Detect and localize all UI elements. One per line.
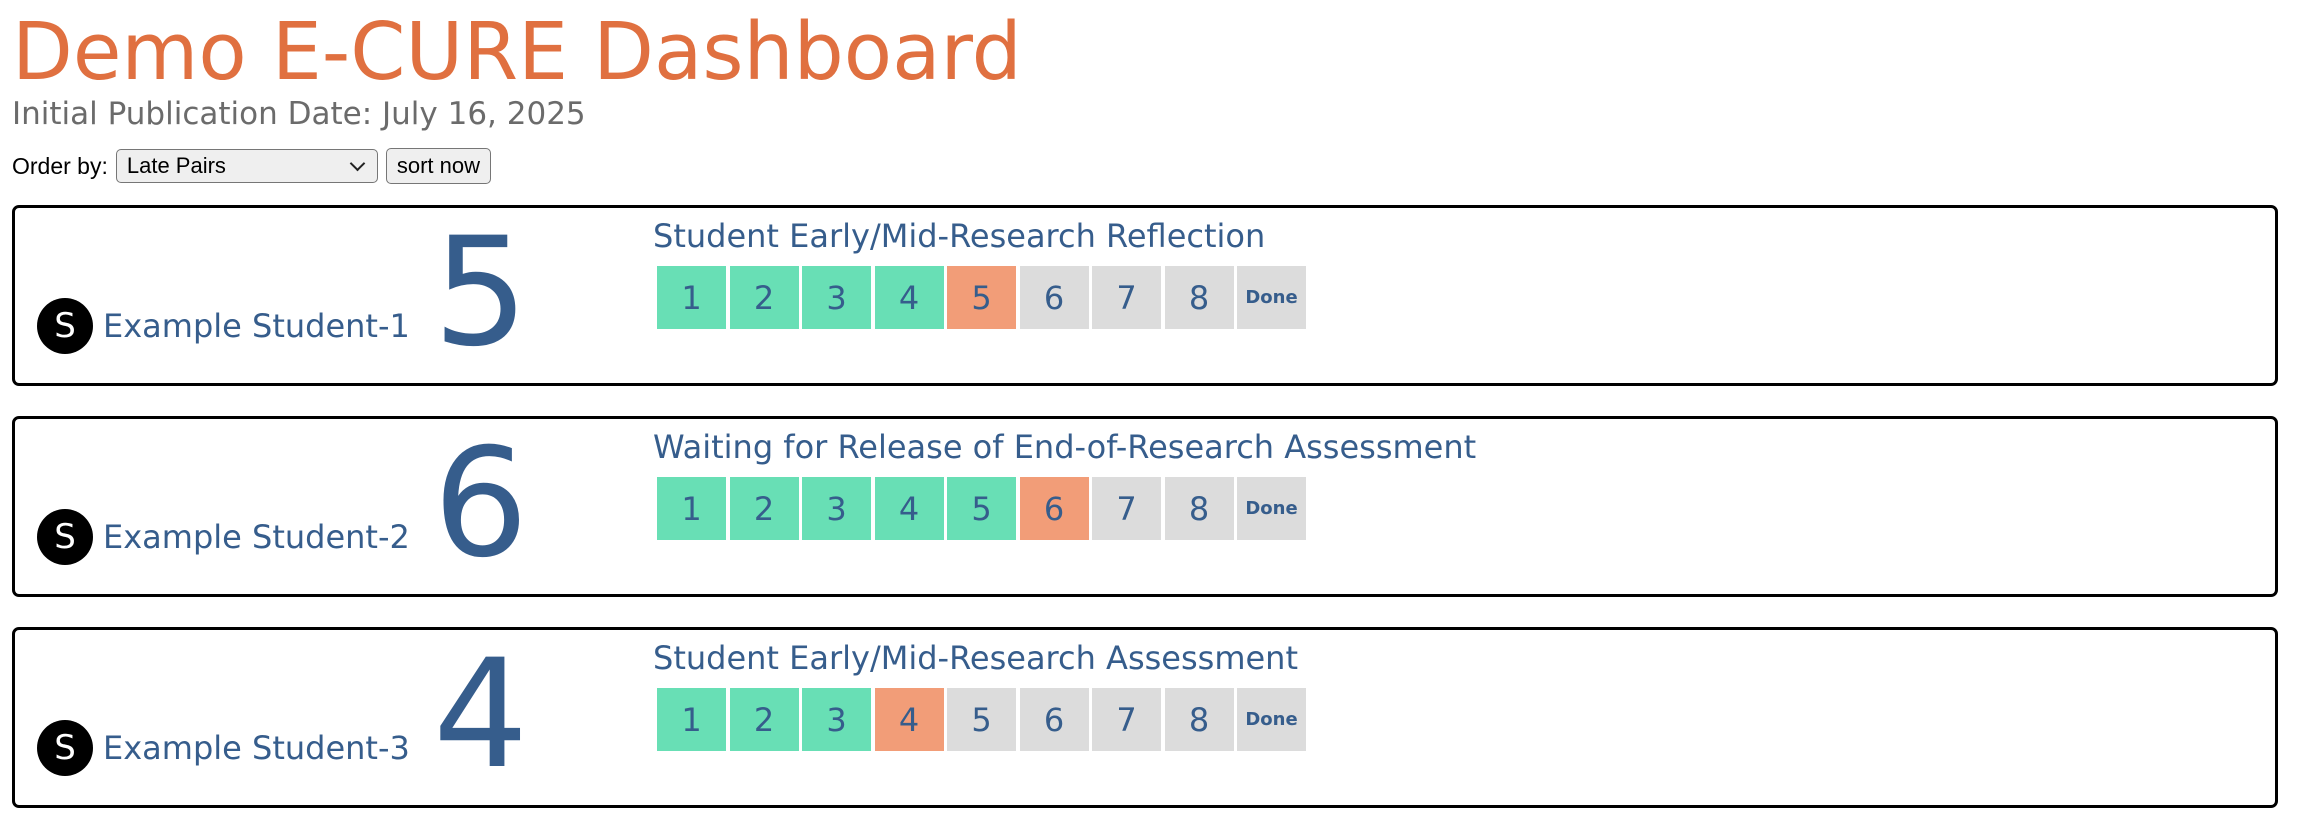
step-3[interactable]: 3 xyxy=(802,688,871,751)
step-1[interactable]: 1 xyxy=(657,477,726,540)
step-done[interactable]: Done xyxy=(1237,688,1306,751)
stage-number: 4 xyxy=(433,628,529,802)
step-progress: 1 2 3 4 5 6 7 8 Done xyxy=(657,266,1310,329)
publication-date: Initial Publication Date: July 16, 2025 xyxy=(12,96,586,132)
order-select[interactable]: Late Pairs xyxy=(115,149,378,183)
step-4[interactable]: 4 xyxy=(874,266,944,329)
step-8[interactable]: 8 xyxy=(1164,477,1234,540)
step-6[interactable]: 6 xyxy=(1019,477,1089,540)
student-name[interactable]: Example Student-3 xyxy=(103,725,410,771)
student-name[interactable]: Example Student-2 xyxy=(103,514,410,560)
order-toolbar: Order by: Late Pairs sort now xyxy=(12,146,492,186)
step-7[interactable]: 7 xyxy=(1092,266,1161,329)
student-card[interactable]: S Example Student-2 6 Waiting for Releas… xyxy=(12,416,2278,597)
step-2[interactable]: 2 xyxy=(729,266,799,329)
step-progress: 1 2 3 4 5 6 7 8 Done xyxy=(657,688,1310,751)
step-5[interactable]: 5 xyxy=(947,688,1016,751)
stage-title: Student Early/Mid-Research Reflection xyxy=(653,217,1266,255)
order-by-label: Order by: xyxy=(12,152,108,179)
step-progress: 1 2 3 4 5 6 7 8 Done xyxy=(657,477,1310,540)
order-select-value: Late Pairs xyxy=(126,153,226,178)
sort-now-button[interactable]: sort now xyxy=(385,148,492,184)
step-done[interactable]: Done xyxy=(1237,477,1306,540)
step-4[interactable]: 4 xyxy=(874,688,944,751)
chevron-down-icon xyxy=(349,155,366,172)
page-title: Demo E-CURE Dashboard xyxy=(12,6,1022,98)
step-8[interactable]: 8 xyxy=(1164,688,1234,751)
step-3[interactable]: 3 xyxy=(802,266,871,329)
step-8[interactable]: 8 xyxy=(1164,266,1234,329)
stage-title: Waiting for Release of End-of-Research A… xyxy=(653,428,1477,466)
avatar: S xyxy=(37,509,93,565)
step-1[interactable]: 1 xyxy=(657,266,726,329)
step-7[interactable]: 7 xyxy=(1092,688,1161,751)
avatar: S xyxy=(37,298,93,354)
avatar: S xyxy=(37,720,93,776)
step-1[interactable]: 1 xyxy=(657,688,726,751)
student-name[interactable]: Example Student-1 xyxy=(103,303,410,349)
stage-number: 6 xyxy=(433,417,529,591)
step-7[interactable]: 7 xyxy=(1092,477,1161,540)
student-card[interactable]: S Example Student-3 4 Student Early/Mid-… xyxy=(12,627,2278,808)
step-2[interactable]: 2 xyxy=(729,477,799,540)
stage-number: 5 xyxy=(433,206,529,380)
student-card[interactable]: S Example Student-1 5 Student Early/Mid-… xyxy=(12,205,2278,386)
step-6[interactable]: 6 xyxy=(1019,266,1089,329)
step-5[interactable]: 5 xyxy=(947,266,1016,329)
step-6[interactable]: 6 xyxy=(1019,688,1089,751)
step-2[interactable]: 2 xyxy=(729,688,799,751)
step-done[interactable]: Done xyxy=(1237,266,1306,329)
stage-title: Student Early/Mid-Research Assessment xyxy=(653,639,1298,677)
step-3[interactable]: 3 xyxy=(802,477,871,540)
step-4[interactable]: 4 xyxy=(874,477,944,540)
step-5[interactable]: 5 xyxy=(947,477,1016,540)
